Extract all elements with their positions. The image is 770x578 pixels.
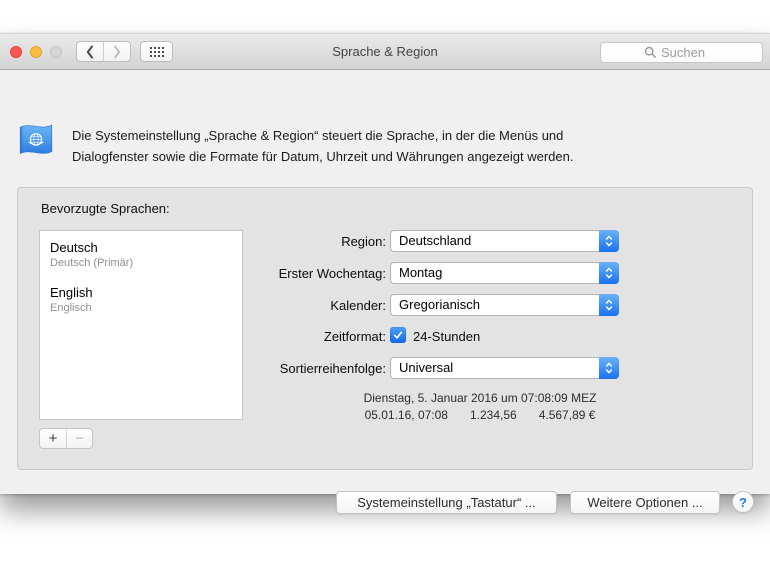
first-weekday-label: Erster Wochentag:: [278, 266, 386, 281]
window-titlebar: Sprache & Region: [0, 33, 770, 70]
sort-order-popup[interactable]: Universal: [390, 357, 619, 379]
calendar-label: Kalender:: [330, 298, 386, 313]
settings-group-box: Bevorzugte Sprachen: Deutsch Deutsch (Pr…: [17, 187, 753, 470]
preview-short-date: 05.01.16, 07:08: [364, 408, 448, 422]
checkmark-icon: [393, 331, 403, 339]
calendar-popup[interactable]: Gregorianisch: [390, 294, 619, 316]
preview-currency: 4.567,89 €: [538, 408, 596, 422]
add-language-button[interactable]: +: [40, 429, 66, 448]
un-flag-icon: [19, 124, 53, 155]
remove-language-button: −: [66, 429, 92, 448]
sort-order-label: Sortierreihenfolge:: [279, 361, 386, 376]
pane-description: Die Systemeinstellung „Sprache & Region“…: [72, 125, 652, 167]
add-remove-control: + −: [39, 428, 93, 449]
pane-content: Die Systemeinstellung „Sprache & Region“…: [0, 70, 770, 514]
pane-description-line2: Dialogfenster sowie die Formate für Datu…: [72, 149, 574, 164]
search-icon: [644, 46, 656, 58]
help-button[interactable]: ?: [732, 491, 754, 513]
region-label: Region:: [341, 234, 386, 249]
time-format-label: Zeitformat:: [323, 329, 386, 344]
more-options-button[interactable]: Weitere Optionen ...: [570, 491, 720, 514]
pane-description-line1: Die Systemeinstellung „Sprache & Region“…: [72, 128, 564, 143]
popup-chevrons-icon: [599, 357, 619, 379]
popup-chevrons-icon: [599, 262, 619, 284]
desktop-background: Sprache & Region Suchen Die Systemeinste…: [0, 0, 770, 578]
sort-order-value: Universal: [399, 360, 454, 375]
popup-chevrons-icon: [599, 294, 619, 316]
first-weekday-popup[interactable]: Montag: [390, 262, 619, 284]
language-list[interactable]: Deutsch Deutsch (Primär) English Englisc…: [39, 230, 243, 420]
popup-chevrons-icon: [599, 230, 619, 252]
region-value: Deutschland: [399, 233, 472, 248]
search-field[interactable]: [600, 42, 763, 63]
time-format-option-label: 24-Stunden: [413, 329, 481, 344]
time-format-checkbox[interactable]: [390, 327, 406, 343]
calendar-value: Gregorianisch: [399, 297, 480, 312]
format-preview-full-date: Dienstag, 5. Januar 2016 um 07:08:09 MEZ: [363, 391, 597, 405]
preferred-languages-label: Bevorzugte Sprachen:: [41, 201, 170, 216]
format-preview-examples: 05.01.16, 07:08 1.234,56 4.567,89 €: [341, 408, 619, 422]
preview-number: 1.234,56: [469, 408, 517, 422]
search-input[interactable]: [661, 45, 719, 60]
keyboard-settings-button[interactable]: Systemeinstellung „Tastatur“ ...: [336, 491, 557, 514]
system-preferences-window: Sprache & Region Suchen Die Systemeinste…: [0, 33, 770, 514]
first-weekday-value: Montag: [399, 265, 443, 280]
region-popup[interactable]: Deutschland: [390, 230, 619, 252]
